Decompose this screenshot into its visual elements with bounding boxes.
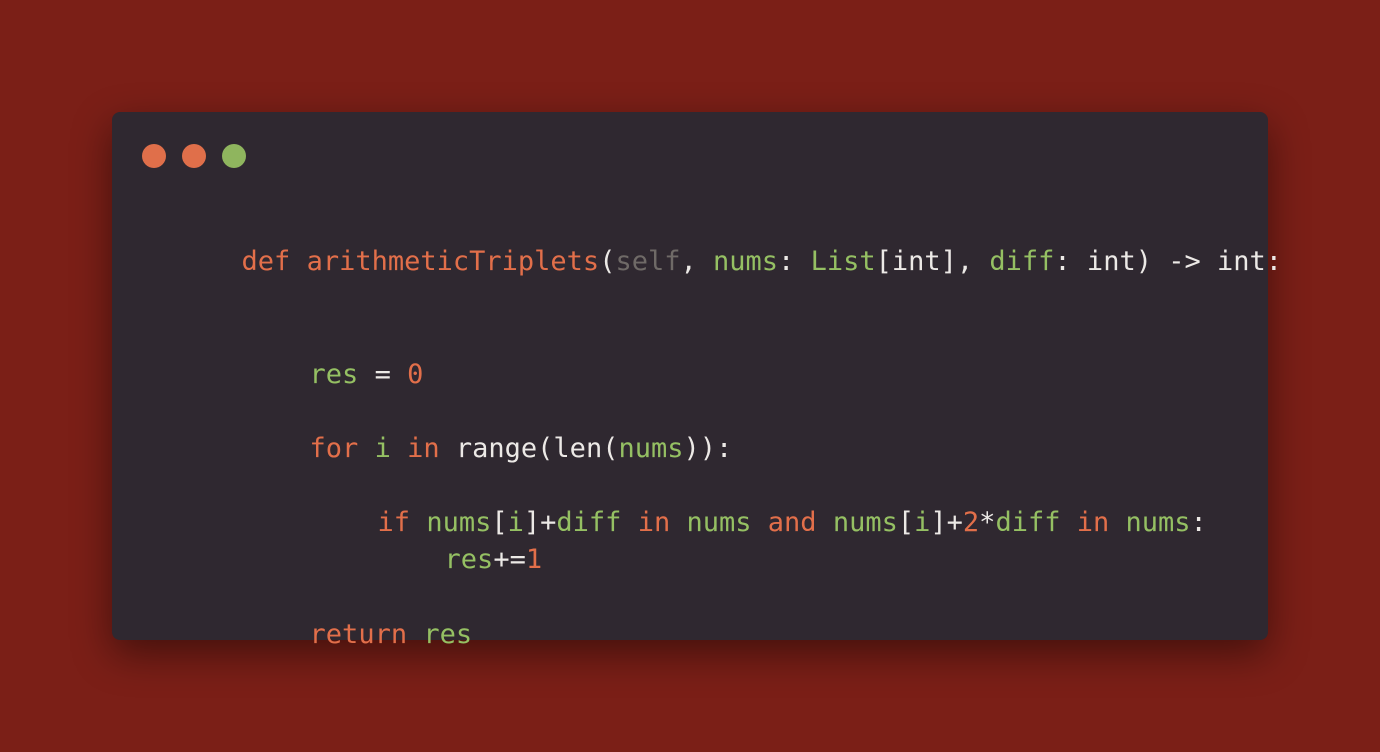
param-self: self <box>615 246 681 277</box>
range-len-call: range(len( <box>439 433 619 464</box>
var-diff: diff <box>556 507 622 538</box>
code-block: def arithmeticTriplets(self, nums: List[… <box>144 112 1282 648</box>
code-line-6: return res <box>212 594 473 675</box>
var-i: i <box>374 433 391 464</box>
paren-open: ( <box>599 246 616 277</box>
bracket-plus: ]+ <box>930 507 963 538</box>
maximize-dot[interactable] <box>222 144 246 168</box>
comma: , <box>680 246 714 277</box>
keyword-return: return <box>309 619 408 650</box>
keyword-for: for <box>309 433 359 464</box>
var-diff: diff <box>995 507 1061 538</box>
number-one: 1 <box>525 544 543 575</box>
code-line-5: res+=1 <box>347 519 543 600</box>
call-end: )): <box>683 433 733 464</box>
code-line-2: res = 0 <box>212 334 424 415</box>
param-diff: diff <box>989 246 1055 277</box>
param-nums: nums <box>713 246 779 277</box>
colon: : <box>778 246 811 277</box>
type-int-list: [int], <box>875 246 990 277</box>
assign: = <box>358 359 408 390</box>
keyword-def: def <box>241 246 291 277</box>
var-nums: nums <box>686 507 752 538</box>
code-line-1: def arithmeticTriplets(self, nums: List[… <box>144 221 1282 302</box>
number-two: 2 <box>962 507 980 538</box>
var-nums: nums <box>1125 507 1191 538</box>
signature-end: : int) -> int: <box>1054 246 1282 277</box>
var-nums: nums <box>618 433 684 464</box>
code-window: def arithmeticTriplets(self, nums: List[… <box>112 112 1282 648</box>
number-zero: 0 <box>407 359 424 390</box>
code-line-3: for i in range(len(nums)): <box>212 408 733 489</box>
keyword-in: in <box>1076 507 1110 538</box>
colon: : <box>1190 507 1207 538</box>
type-list: List <box>810 246 876 277</box>
multiply: * <box>979 507 996 538</box>
var-res: res <box>309 359 359 390</box>
keyword-and: and <box>767 507 817 538</box>
var-res: res <box>423 619 473 650</box>
var-i: i <box>914 507 931 538</box>
keyword-in: in <box>637 507 671 538</box>
bracket-open: [ <box>897 507 915 538</box>
function-name: arithmeticTriplets <box>306 246 600 277</box>
plus-assign: += <box>493 544 526 575</box>
keyword-in: in <box>407 433 440 464</box>
var-nums: nums <box>832 507 898 538</box>
var-res: res <box>444 544 494 575</box>
